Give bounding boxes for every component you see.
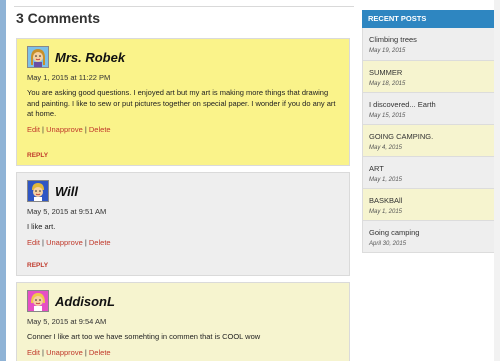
comment-actions: Edit | Unapprove | Delete: [27, 347, 111, 357]
reply-link[interactable]: REPLY: [27, 152, 48, 159]
left-border-strip: [0, 0, 6, 361]
recent-post-date: May 1, 2015: [369, 209, 403, 215]
recent-post-date: May 15, 2015: [369, 113, 406, 119]
comment-author[interactable]: Will: [55, 184, 78, 199]
recent-post-link[interactable]: I discovered... Earth: [369, 93, 488, 109]
comment-date[interactable]: May 5, 2015 at 9:54 AM: [27, 317, 341, 326]
recent-post-date: May 1, 2015: [369, 177, 403, 183]
comments-title: 3 Comments: [16, 10, 101, 26]
recent-post-link[interactable]: SUMMER: [369, 61, 488, 77]
boy-avatar-icon: [27, 180, 49, 202]
delete-link[interactable]: Delete: [89, 348, 111, 357]
top-divider: [14, 6, 354, 7]
comment-author-row: AddisonL: [27, 287, 341, 315]
recent-post-date: May 19, 2015: [369, 48, 406, 54]
recent-post-item: BASKBAll May 1, 2015: [363, 188, 494, 220]
recent-post-date: May 18, 2015: [369, 81, 406, 87]
recent-post-link[interactable]: Climbing trees: [369, 28, 488, 44]
recent-post-item: GOING CAMPING. May 4, 2015: [363, 124, 494, 156]
unapprove-link[interactable]: Unapprove: [46, 348, 83, 357]
edit-link[interactable]: Edit: [27, 348, 40, 357]
comment-actions: Edit | Unapprove | Delete: [27, 237, 111, 247]
recent-post-link[interactable]: Going camping: [369, 221, 488, 237]
comment-author[interactable]: AddisonL: [55, 294, 115, 309]
recent-post-date: April 30, 2015: [369, 241, 407, 247]
comment-actions: Edit | Unapprove | Delete: [27, 124, 111, 134]
recent-post-item: Climbing trees May 19, 2015: [363, 28, 494, 60]
comment-text: I like art.: [27, 222, 56, 231]
recent-post-item: SUMMER May 18, 2015: [363, 60, 494, 92]
recent-post-item: ART May 1, 2015: [363, 156, 494, 188]
recent-post-link[interactable]: GOING CAMPING.: [369, 125, 488, 141]
recent-posts-widget: RECENT POSTS Climbing trees May 19, 2015…: [362, 10, 500, 253]
comment-text: Conner I like art too we have somehting …: [27, 332, 261, 341]
recent-post-item: I discovered... Earth May 15, 2015: [363, 92, 494, 124]
comment-item: Will May 5, 2015 at 9:51 AM I like art. …: [16, 172, 350, 276]
recent-post-item: Going camping April 30, 2015: [363, 220, 494, 252]
comment-item: AddisonL May 5, 2015 at 9:54 AM Conner I…: [16, 282, 350, 361]
reply-link[interactable]: REPLY: [27, 262, 48, 269]
comment-author-row: Mrs. Robek: [27, 43, 341, 71]
comment-text: You are asking good questions. I enjoyed…: [27, 88, 336, 118]
delete-link[interactable]: Delete: [89, 238, 111, 247]
recent-posts-list: Climbing trees May 19, 2015 SUMMER May 1…: [362, 28, 495, 253]
recent-posts-header: RECENT POSTS: [362, 10, 500, 28]
edit-link[interactable]: Edit: [27, 125, 40, 134]
unapprove-link[interactable]: Unapprove: [46, 125, 83, 134]
unapprove-link[interactable]: Unapprove: [46, 238, 83, 247]
delete-link[interactable]: Delete: [89, 125, 111, 134]
recent-post-link[interactable]: ART: [369, 157, 488, 173]
right-border-strip: [494, 0, 500, 361]
comment-date[interactable]: May 5, 2015 at 9:51 AM: [27, 207, 341, 216]
recent-post-date: May 4, 2015: [369, 145, 403, 151]
comment-date[interactable]: May 1, 2015 at 11:22 PM: [27, 73, 341, 82]
comments-area: 3 Comments Mrs. Robek May 1, 2015 at 11:…: [14, 0, 354, 361]
comment-author[interactable]: Mrs. Robek: [55, 50, 125, 65]
edit-link[interactable]: Edit: [27, 238, 40, 247]
comment-item: Mrs. Robek May 1, 2015 at 11:22 PM You a…: [16, 38, 350, 166]
recent-post-link[interactable]: BASKBAll: [369, 189, 488, 205]
woman-avatar-icon: [27, 46, 49, 68]
girl-avatar-icon: [27, 290, 49, 312]
comment-author-row: Will: [27, 177, 341, 205]
